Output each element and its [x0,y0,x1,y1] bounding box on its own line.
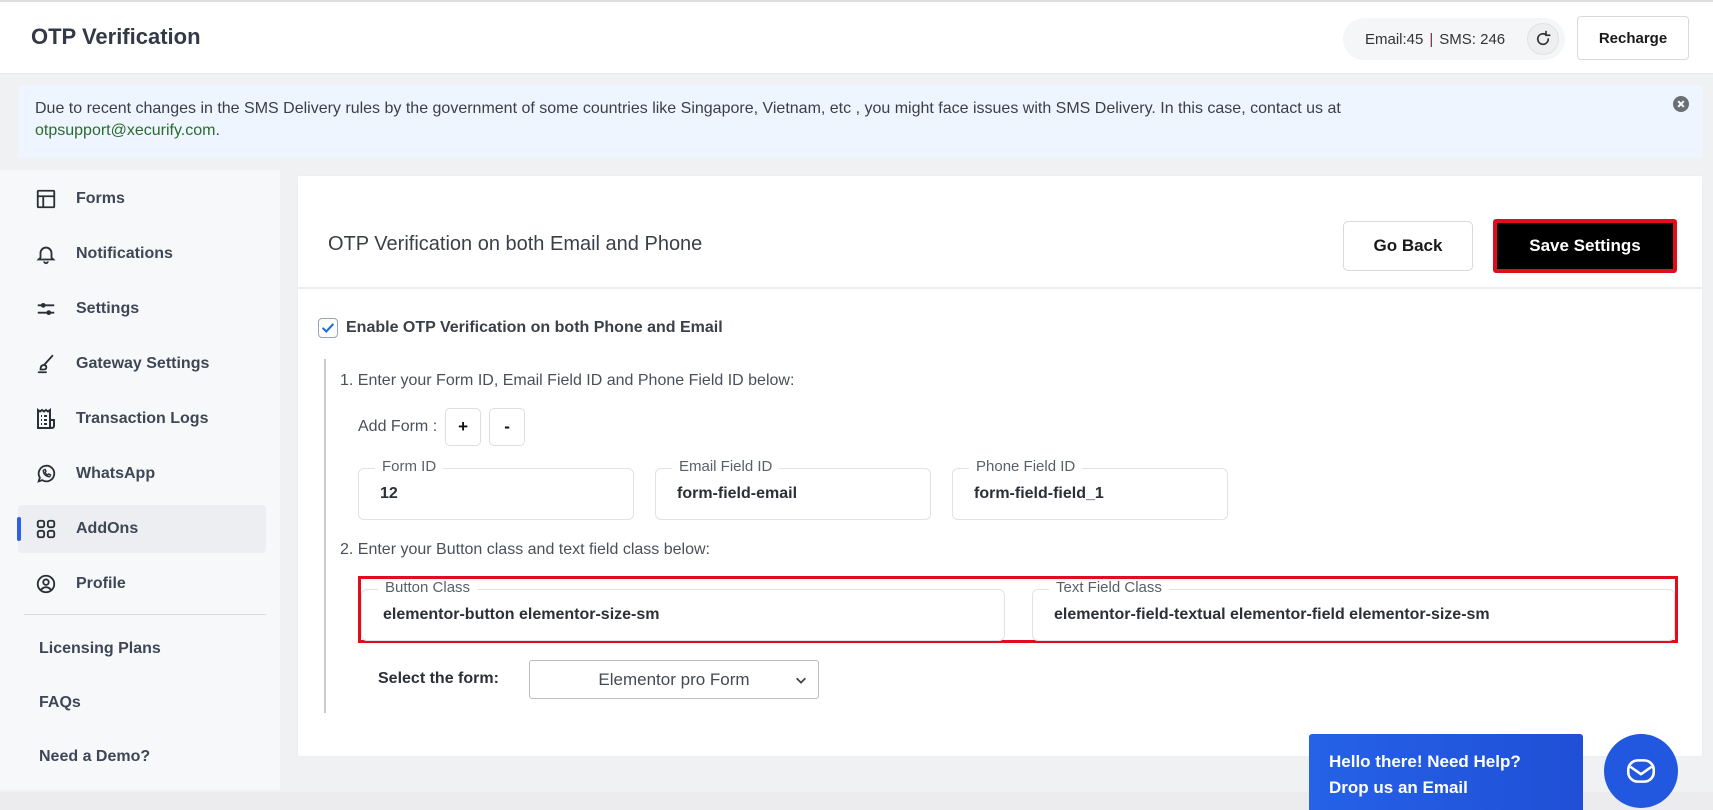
phone-field-id-label: Phone Field ID [969,458,1083,475]
refresh-button[interactable] [1527,23,1559,55]
sidebar-item-notifications[interactable]: Notifications [18,230,266,278]
phone-field-id-field[interactable]: Phone Field ID [952,458,1228,520]
faqs-link[interactable]: FAQs [39,694,81,712]
text-field-class-label: Text Field Class [1049,579,1169,596]
text-field-class-input[interactable] [1054,606,1631,624]
main-panel: OTP Verification on both Email and Phone… [297,175,1703,757]
add-form-plus-button[interactable]: + [445,408,482,446]
sliders-icon [34,297,58,321]
sidebar-divider [24,614,266,615]
credits-separator: | [1429,30,1434,48]
add-form-row: Add Form : + - [358,408,526,446]
enable-otp-row[interactable]: Enable OTP Verification on both Phone an… [318,318,723,338]
text-field-class-field[interactable]: Text Field Class [1032,579,1675,641]
notice-trail: . [215,122,220,139]
help-mail-button[interactable] [1604,734,1678,808]
refresh-icon [1536,30,1551,46]
sidebar: Forms Notifications Settings Gateway Set… [0,170,280,790]
select-form-label: Select the form: [378,670,499,687]
app-title: OTP Verification [31,24,201,49]
email-credits: Email:45 [1365,30,1424,48]
select-form-dropdown[interactable]: Elementor pro Form [529,660,819,699]
sidebar-item-label: Settings [76,300,140,317]
sidebar-item-settings[interactable]: Settings [18,285,266,333]
top-bar: OTP Verification Email:45 | SMS: 246 Rec… [0,0,1713,74]
step-2-text: 2. Enter your Button class and text fiel… [340,541,710,558]
page-title: OTP Verification on both Email and Phone [328,233,703,255]
step-1-text: 1. Enter your Form ID, Email Field ID an… [340,372,795,389]
section-indent-line [324,359,326,713]
panel-header: OTP Verification on both Email and Phone… [298,176,1702,289]
add-form-label: Add Form : [358,418,438,435]
email-field-id-input[interactable] [677,485,924,503]
button-class-label: Button Class [378,579,478,596]
enable-otp-checkbox[interactable] [318,318,338,338]
sidebar-item-label: Profile [76,575,126,592]
brush-icon [34,352,58,376]
licensing-plans-link[interactable]: Licensing Plans [39,640,161,658]
button-class-input[interactable] [383,606,961,624]
email-field-id-label: Email Field ID [672,458,780,475]
chevron-down-icon [796,677,806,684]
sidebar-item-forms[interactable]: Forms [18,175,266,223]
sidebar-item-addons[interactable]: AddOns [17,505,266,553]
help-banner[interactable]: Hello there! Need Help? Drop us an Email [1309,734,1583,810]
sidebar-item-gateway-settings[interactable]: Gateway Settings [18,340,266,388]
bell-icon [34,242,58,266]
add-form-minus-button[interactable]: - [489,408,526,446]
form-id-label: Form ID [375,458,444,475]
sms-notice-banner: Due to recent changes in the SMS Deliver… [18,85,1703,158]
mail-icon [1626,759,1656,783]
form-id-input[interactable] [380,485,627,503]
grid-icon [34,517,58,541]
go-back-button[interactable]: Go Back [1343,221,1473,271]
need-demo-link[interactable]: Need a Demo? [39,748,150,766]
close-circle-icon[interactable] [1673,96,1689,112]
sidebar-item-label: WhatsApp [76,465,156,482]
whatsapp-icon [34,462,58,486]
sidebar-item-whatsapp[interactable]: WhatsApp [18,450,266,498]
form-id-field[interactable]: Form ID [358,458,634,520]
receipt-icon [34,407,58,431]
email-field-id-field[interactable]: Email Field ID [655,458,931,520]
save-settings-button[interactable]: Save Settings [1493,219,1677,273]
sidebar-item-label: AddOns [76,520,139,537]
sidebar-item-label: Forms [76,190,125,207]
sidebar-item-label: Transaction Logs [76,410,209,427]
check-icon [322,323,334,334]
help-line-1: Hello there! Need Help? [1329,752,1521,771]
recharge-button[interactable]: Recharge [1577,16,1689,60]
sidebar-item-transaction-logs[interactable]: Transaction Logs [18,395,266,443]
support-email-link[interactable]: otpsupport@xecurify.com [35,122,215,139]
enable-otp-label: Enable OTP Verification on both Phone an… [346,319,723,336]
sidebar-item-profile[interactable]: Profile [18,560,266,608]
notice-text: Due to recent changes in the SMS Deliver… [35,100,1341,117]
sms-credits: SMS: 246 [1439,30,1506,48]
user-circle-icon [34,572,58,596]
phone-field-id-input[interactable] [974,485,1221,503]
credits-badge: Email:45 | SMS: 246 [1343,18,1565,60]
layout-icon [34,187,58,211]
sidebar-item-label: Notifications [76,245,173,262]
sidebar-item-label: Gateway Settings [76,355,210,372]
help-line-2: Drop us an Email [1329,778,1468,797]
select-form-value: Elementor pro Form [598,669,750,689]
button-class-field[interactable]: Button Class [361,579,1005,641]
